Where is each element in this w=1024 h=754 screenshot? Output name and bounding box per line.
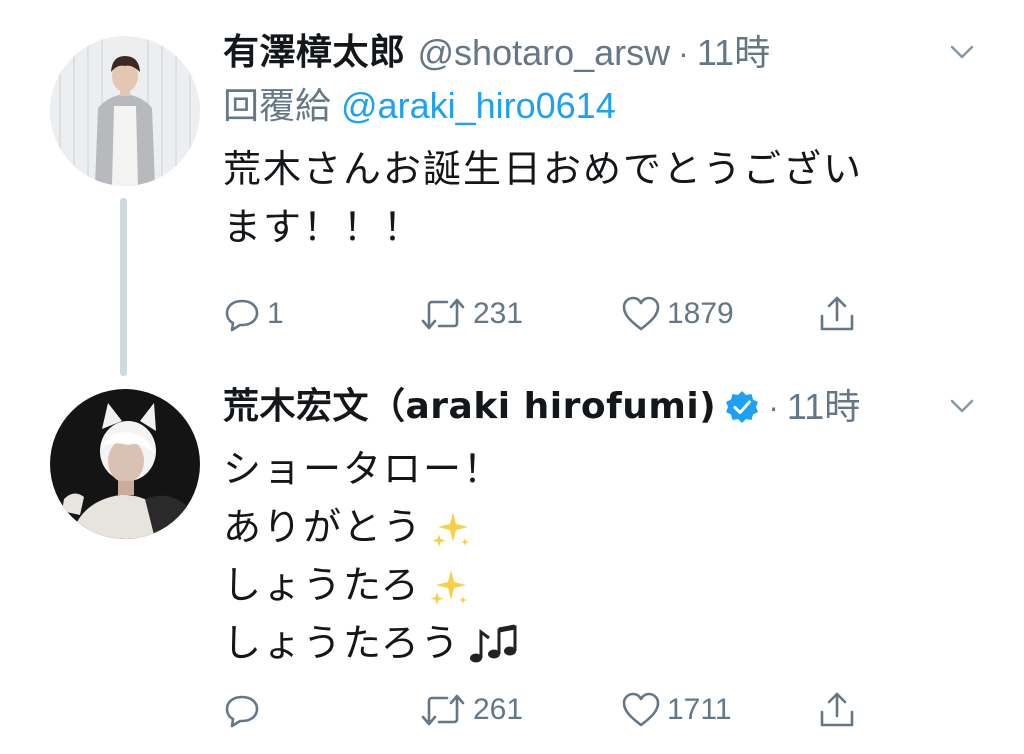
reply-button[interactable]: 1 [223,292,284,336]
tweet-time[interactable]: 11時 [697,26,770,80]
reply-prefix: 回覆給 [223,86,332,127]
reply-context: 回覆給 @araki_hiro0614 [223,80,994,132]
tweet-text-fragment: しょうたろう [223,621,461,665]
tweet-header: 有澤樟太郎 @shotaro_arsw · 11時 [223,26,994,80]
tweet-text-fragment: ありがとう [223,505,424,549]
avatar[interactable] [50,36,200,186]
like-icon [622,296,660,331]
share-button[interactable] [817,688,857,732]
separator-dot: · [678,35,689,71]
sparkles-emoji [432,511,470,547]
tweet-reply[interactable]: 荒木宏文（araki hirofumi) · 11時 ショータロー！ ありがとう… [223,380,994,672]
like-icon [622,692,660,727]
retweet-button[interactable]: 261 [419,688,523,732]
user-handle[interactable]: @shotaro_arsw [418,26,671,80]
like-button[interactable]: 1711 [621,688,732,732]
reply-icon [225,695,259,728]
retweet-count: 261 [473,693,524,726]
thread-connector-line [120,198,127,376]
reply-button[interactable] [223,688,267,732]
chevron-down-icon[interactable] [946,40,978,64]
tweet-text-line: ます！！！ [223,205,424,249]
tweet-thread: 有澤樟太郎 @shotaro_arsw · 11時 回覆給 @araki_hiro… [0,0,1024,754]
avatar[interactable] [50,389,200,539]
tweet-text-line: 荒木さんお誕生日おめでとうござい [223,147,864,191]
tweet-actions: 261 1711 [223,688,883,732]
sparkles-emoji [430,569,467,605]
like-button[interactable]: 1879 [621,292,734,336]
like-count: 1879 [667,297,734,330]
tweet-header: 荒木宏文（araki hirofumi) · 11時 [223,380,994,434]
tweet-text-line: しょうたろう [223,614,994,672]
music-notes-emoji [469,624,517,662]
retweet-count: 231 [473,297,524,330]
tweet-text: ショータロー！ ありがとう しょうたろ しょうたろう [223,440,994,672]
share-button[interactable] [817,292,857,336]
tweet-actions: 1 231 1879 [223,292,883,336]
tweet-text-line: しょうたろ [223,556,994,614]
display-name[interactable]: 荒木宏文（araki hirofumi) [223,380,716,434]
retweet-icon [421,298,465,330]
tweet-text-line: ありがとう [223,498,994,556]
retweet-button[interactable]: 231 [419,292,523,336]
reply-to-handle[interactable]: @araki_hiro0614 [341,85,616,126]
tweet-original[interactable]: 有澤樟太郎 @shotaro_arsw · 11時 回覆給 @araki_hiro… [223,26,994,256]
display-name[interactable]: 有澤樟太郎 [223,26,406,80]
share-icon [820,692,854,727]
reply-count: 1 [267,297,284,330]
share-icon [820,296,854,331]
like-count: 1711 [667,693,732,726]
tweet-time[interactable]: 11時 [787,380,860,434]
reply-icon [225,299,259,332]
tweet-text-fragment: しょうたろ [223,563,421,607]
chevron-down-icon[interactable] [946,394,978,418]
tweet-text: 荒木さんお誕生日おめでとうござい ます！！！ [223,140,994,256]
retweet-icon [421,694,465,726]
separator-dot: · [768,389,779,425]
verified-icon [726,391,759,423]
tweet-text-line: ショータロー！ [223,447,504,491]
